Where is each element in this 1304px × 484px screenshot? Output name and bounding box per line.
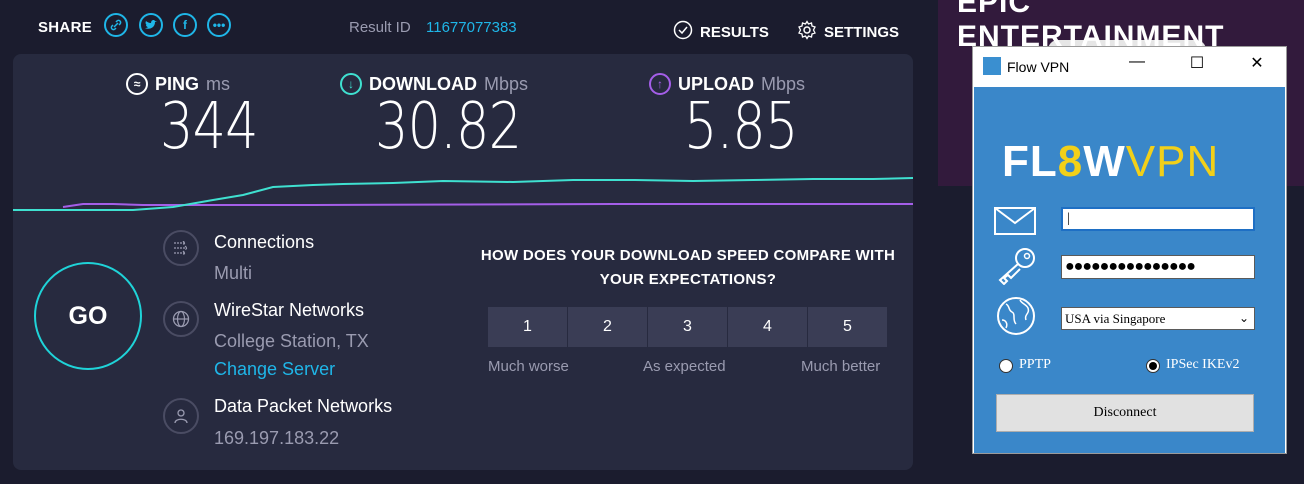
pptp-radio[interactable] [999, 359, 1013, 373]
mail-icon [994, 207, 1036, 240]
speed-graph [13, 177, 913, 211]
minimize-button[interactable]: — [1122, 53, 1152, 71]
flow-vpn-logo: FL8WVPN [1002, 137, 1220, 186]
isp-ip: 169.197.183.22 [214, 428, 340, 448]
rating-option-3[interactable]: 3 [648, 307, 727, 347]
key-icon [994, 247, 1038, 290]
user-icon [163, 398, 199, 434]
chevron-down-icon: ⌄ [1238, 311, 1249, 325]
rating-high-label: Much better [801, 358, 881, 375]
link-icon[interactable] [104, 13, 128, 37]
disconnect-button[interactable]: Disconnect [996, 394, 1254, 432]
settings-button[interactable]: SETTINGS [797, 20, 899, 44]
ipsec-radio[interactable] [1146, 359, 1160, 373]
flow-vpn-window: Flow VPN — ☐ ✕ FL8WVPN | ●●●●●●●●●●●●●●●… [972, 46, 1287, 454]
ipsec-label: IPSec IKEv2 [1166, 357, 1240, 372]
survey-question: HOW DOES YOUR DOWNLOAD SPEED COMPARE WIT… [480, 247, 896, 288]
more-icon[interactable]: ••• [207, 13, 231, 37]
isp-name: Data Packet Networks [214, 396, 393, 416]
upload-arrow-icon: ↑ [649, 73, 671, 95]
rating-mid-label: As expected [643, 358, 726, 375]
results-label: RESULTS [700, 23, 769, 41]
globe-icon [994, 296, 1038, 341]
maximize-button[interactable]: ☐ [1182, 53, 1212, 73]
rating-option-5[interactable]: 5 [808, 307, 887, 347]
username-input[interactable]: | [1061, 207, 1255, 231]
globe-icon [163, 301, 199, 337]
rating-option-4[interactable]: 4 [728, 307, 807, 347]
result-id-link[interactable]: 11677077383 [426, 19, 517, 36]
result-id-label: Result ID [349, 19, 411, 36]
results-button[interactable]: RESULTS [673, 20, 769, 44]
vpn-panel: FL8WVPN | ●●●●●●●●●●●●●●● USA via Singap… [974, 87, 1285, 453]
password-input[interactable]: ●●●●●●●●●●●●●●● [1061, 255, 1255, 279]
server-selected-value: USA via Singapore [1065, 311, 1166, 326]
download-arrow-icon: ↓ [340, 73, 362, 95]
gear-icon [797, 20, 817, 44]
go-button[interactable]: GO [34, 262, 142, 370]
flow-vpn-app-icon [983, 57, 1001, 75]
ping-icon: ≈ [126, 73, 148, 95]
server-select[interactable]: USA via Singapore ⌄ [1061, 307, 1255, 330]
share-label: SHARE [38, 19, 93, 36]
host-name: WireStar Networks [214, 300, 365, 320]
upload-value: 5.85 [684, 90, 798, 164]
facebook-icon[interactable]: f [173, 13, 197, 37]
rating-scale: 1 2 3 4 5 [488, 307, 888, 347]
settings-label: SETTINGS [824, 23, 900, 41]
connections-title: Connections [214, 232, 315, 252]
host-location: College Station, TX [214, 331, 369, 351]
change-server-link[interactable]: Change Server [214, 359, 335, 380]
rating-option-2[interactable]: 2 [568, 307, 647, 347]
rating-low-label: Much worse [488, 358, 569, 375]
close-button[interactable]: ✕ [1242, 53, 1272, 73]
check-circle-icon [673, 20, 693, 44]
rating-option-1[interactable]: 1 [488, 307, 567, 347]
connections-value: Multi [214, 263, 253, 283]
window-title: Flow VPN [1007, 59, 1070, 75]
pptp-label: PPTP [1019, 357, 1051, 372]
connections-icon [163, 230, 199, 266]
ping-value: 344 [160, 90, 259, 164]
twitter-icon[interactable] [139, 13, 163, 37]
download-value: 30.82 [375, 90, 522, 164]
